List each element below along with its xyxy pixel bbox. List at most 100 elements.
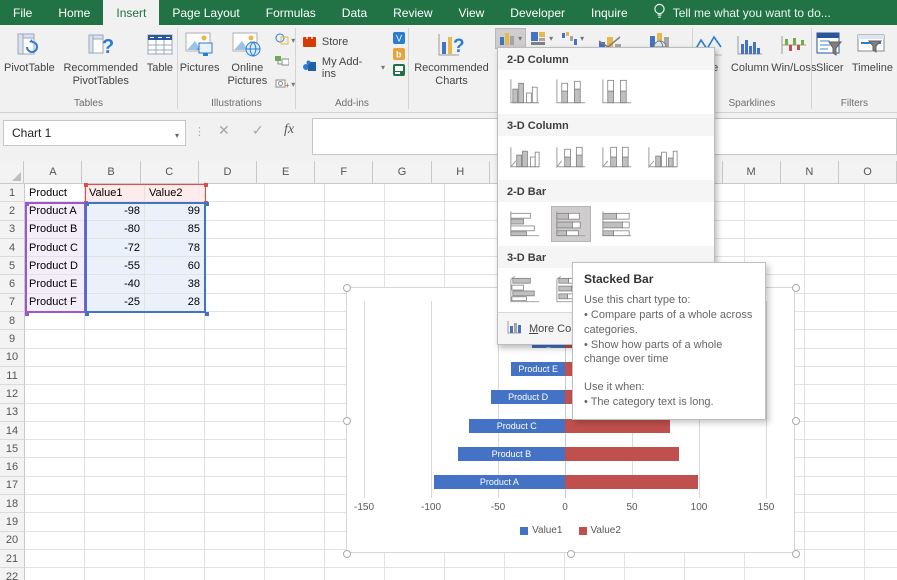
cell-E6[interactable] xyxy=(265,275,325,293)
cell-A22[interactable] xyxy=(25,568,85,580)
cell-D6[interactable] xyxy=(205,275,265,293)
shapes-button[interactable]: ▾ xyxy=(275,32,295,50)
cell-B14[interactable] xyxy=(85,422,145,440)
menu-item-3d-clustered-bar[interactable] xyxy=(506,273,544,307)
cell-B10[interactable] xyxy=(85,349,145,367)
menu-item-clustered-column[interactable] xyxy=(506,75,544,109)
cell-D15[interactable] xyxy=(205,440,265,458)
name-box-dropdown-icon[interactable]: ▾ xyxy=(175,131,179,140)
cell-A9[interactable] xyxy=(25,330,85,348)
cell-D13[interactable] xyxy=(205,404,265,422)
column-header-E[interactable]: E xyxy=(257,161,315,184)
cell-O7[interactable] xyxy=(865,294,897,312)
cell-B2[interactable]: -98 xyxy=(85,202,145,220)
cell-D22[interactable] xyxy=(205,568,265,580)
sparkline-column-button[interactable]: Column xyxy=(727,27,773,75)
cell-A1[interactable]: Product xyxy=(25,184,85,202)
cell-A16[interactable] xyxy=(25,458,85,476)
cell-E15[interactable] xyxy=(265,440,325,458)
cell-O16[interactable] xyxy=(865,458,897,476)
cell-N14[interactable] xyxy=(805,422,865,440)
cell-B13[interactable] xyxy=(85,404,145,422)
cell-B16[interactable] xyxy=(85,458,145,476)
tab-formulas[interactable]: Formulas xyxy=(253,0,329,25)
insert-waterfall-chart-button[interactable]: ▾ xyxy=(558,29,587,48)
cell-N9[interactable] xyxy=(805,330,865,348)
cell-N22[interactable] xyxy=(805,568,865,580)
cell-G1[interactable] xyxy=(385,184,445,202)
column-header-D[interactable]: D xyxy=(199,161,257,184)
cell-D8[interactable] xyxy=(205,312,265,330)
table-button[interactable]: Table xyxy=(143,27,177,75)
cell-E3[interactable] xyxy=(265,221,325,239)
pivottable-button[interactable]: PivotTable xyxy=(0,27,59,75)
row-header-7[interactable]: 7 xyxy=(0,294,25,312)
cell-B22[interactable] xyxy=(85,568,145,580)
cell-A18[interactable] xyxy=(25,495,85,513)
row-header-14[interactable]: 14 xyxy=(0,422,25,440)
cell-F2[interactable] xyxy=(325,202,385,220)
cell-I22[interactable] xyxy=(505,568,565,580)
cell-N4[interactable] xyxy=(805,239,865,257)
cell-A6[interactable]: Product E xyxy=(25,275,85,293)
chart-bar-value2[interactable] xyxy=(565,475,698,489)
chart-selection-handle[interactable] xyxy=(567,550,575,558)
cell-F1[interactable] xyxy=(325,184,385,202)
tab-home[interactable]: Home xyxy=(45,0,103,25)
row-header-13[interactable]: 13 xyxy=(0,404,25,422)
cell-O15[interactable] xyxy=(865,440,897,458)
cell-O5[interactable] xyxy=(865,257,897,275)
cell-D14[interactable] xyxy=(205,422,265,440)
row-header-20[interactable]: 20 xyxy=(0,532,25,550)
row-header-9[interactable]: 9 xyxy=(0,330,25,348)
insert-function-icon[interactable]: fx xyxy=(284,122,294,138)
menu-item-100-stacked-bar[interactable] xyxy=(598,207,636,241)
cell-E2[interactable] xyxy=(265,202,325,220)
cell-O22[interactable] xyxy=(865,568,897,580)
tab-file[interactable]: File xyxy=(0,0,45,25)
cell-G2[interactable] xyxy=(385,202,445,220)
cell-O14[interactable] xyxy=(865,422,897,440)
cell-O10[interactable] xyxy=(865,349,897,367)
row-header-10[interactable]: 10 xyxy=(0,349,25,367)
cell-A17[interactable] xyxy=(25,477,85,495)
cell-E13[interactable] xyxy=(265,404,325,422)
formula-bar-resize-handle[interactable]: ⋮ xyxy=(194,125,205,138)
cell-D10[interactable] xyxy=(205,349,265,367)
cell-B5[interactable]: -55 xyxy=(85,257,145,275)
cell-O2[interactable] xyxy=(865,202,897,220)
cell-E19[interactable] xyxy=(265,513,325,531)
store-button[interactable]: Store xyxy=(302,33,385,51)
cell-D9[interactable] xyxy=(205,330,265,348)
column-header-N[interactable]: N xyxy=(781,161,839,184)
cell-D12[interactable] xyxy=(205,385,265,403)
cell-B17[interactable] xyxy=(85,477,145,495)
cell-B6[interactable]: -40 xyxy=(85,275,145,293)
cell-E9[interactable] xyxy=(265,330,325,348)
row-header-12[interactable]: 12 xyxy=(0,385,25,403)
cell-O20[interactable] xyxy=(865,532,897,550)
cell-M2[interactable] xyxy=(745,202,805,220)
column-header-F[interactable]: F xyxy=(315,161,373,184)
cell-M3[interactable] xyxy=(745,221,805,239)
visio-data-icon[interactable]: V xyxy=(393,32,406,44)
screenshot-button[interactable]: +▾ xyxy=(275,76,295,94)
cell-C16[interactable] xyxy=(145,458,205,476)
cell-A19[interactable] xyxy=(25,513,85,531)
legend-item[interactable]: Value1 xyxy=(520,525,562,536)
cell-O1[interactable] xyxy=(865,184,897,202)
cell-G22[interactable] xyxy=(385,568,445,580)
cell-O21[interactable] xyxy=(865,550,897,568)
cell-B12[interactable] xyxy=(85,385,145,403)
cell-A20[interactable] xyxy=(25,532,85,550)
tab-data[interactable]: Data xyxy=(329,0,380,25)
cell-D20[interactable] xyxy=(205,532,265,550)
cell-C11[interactable] xyxy=(145,367,205,385)
menu-item-clustered-bar[interactable] xyxy=(506,207,544,241)
cell-N1[interactable] xyxy=(805,184,865,202)
chart-bar-value1[interactable]: Product A xyxy=(434,475,565,489)
cell-E21[interactable] xyxy=(265,550,325,568)
cell-E5[interactable] xyxy=(265,257,325,275)
legend-item[interactable]: Value2 xyxy=(579,525,621,536)
cell-L22[interactable] xyxy=(685,568,745,580)
